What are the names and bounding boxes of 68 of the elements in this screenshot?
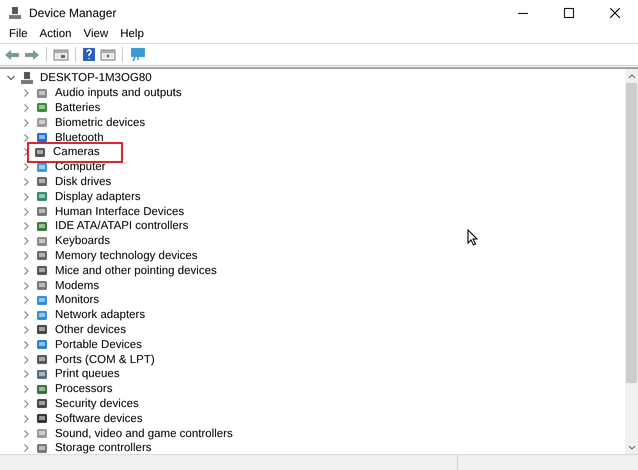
tree-item[interactable]: Modems (54, 280, 100, 292)
device-icon (35, 101, 49, 114)
tree-item[interactable]: Network adapters (54, 309, 146, 322)
tree-item[interactable]: Batteries (54, 102, 102, 114)
tree-item[interactable]: IDE ATA/ATAPI controllers (54, 220, 190, 232)
device-icon (35, 323, 49, 336)
device-icon (35, 264, 49, 278)
device-icon (35, 353, 49, 366)
tree-item[interactable]: Disk drives (54, 176, 112, 188)
device-icon (35, 338, 49, 352)
device-icon (35, 175, 49, 188)
tree-item[interactable]: Storage controllers (54, 442, 153, 454)
tree-item[interactable]: Other devices (54, 324, 127, 336)
computer-icon (20, 72, 34, 85)
device-icon (35, 220, 49, 233)
device-icon (35, 86, 49, 100)
device-icon (35, 190, 49, 204)
tree-item[interactable]: Print queues (54, 368, 121, 380)
device-icon (35, 397, 49, 410)
tree-item[interactable]: Display adapters (54, 190, 142, 203)
device-icon (35, 294, 49, 307)
tree-item[interactable]: Sound, video and game controllers (54, 428, 234, 440)
cursor-icon (467, 229, 478, 246)
device-icon (35, 279, 49, 292)
update-driver-icon[interactable] (100, 48, 116, 62)
tree-item[interactable]: Biometric devices (54, 116, 146, 129)
monitor-icon[interactable] (129, 47, 147, 62)
device-icon (35, 368, 49, 381)
computer-icon (8, 6, 22, 20)
device-icon (35, 412, 49, 426)
tree-item[interactable]: Bluetooth (54, 132, 105, 144)
tree-item[interactable]: Keyboards (54, 235, 111, 248)
device-icon (35, 442, 49, 455)
device-icon (35, 249, 49, 262)
tree-item[interactable]: Portable Devices (54, 338, 143, 351)
menu-item[interactable]: Help (114, 28, 150, 40)
device-icon (35, 205, 49, 218)
tree-item[interactable]: Software devices (54, 412, 144, 425)
device-icon (35, 427, 49, 440)
tree-item[interactable]: Cameras (52, 146, 101, 158)
tree-item[interactable]: Audio inputs and outputs (54, 87, 183, 100)
device-icon (35, 308, 49, 322)
properties-icon[interactable] (53, 48, 69, 62)
back-icon[interactable] (4, 48, 20, 62)
menu-item[interactable]: View (78, 28, 114, 40)
tree-item[interactable]: Human Interface Devices (54, 206, 186, 218)
tree-item[interactable]: Security devices (54, 398, 140, 410)
device-icon (35, 116, 49, 130)
device-icon (35, 234, 49, 248)
tree-item[interactable]: Ports (COM & LPT) (54, 354, 156, 366)
menu-item[interactable]: File (3, 28, 34, 40)
scrollbar[interactable] (625, 69, 638, 455)
help-icon[interactable] (82, 47, 96, 62)
scroll-thumb[interactable] (626, 83, 637, 383)
device-icon (35, 131, 49, 144)
tree-item[interactable]: Memory technology devices (54, 250, 199, 262)
tree-item[interactable]: Mice and other pointing devices (54, 264, 218, 277)
device-icon (35, 382, 49, 396)
close-icon (610, 8, 620, 18)
tree-item[interactable]: Computer (54, 161, 106, 174)
device-icon (33, 146, 47, 159)
tree-item[interactable]: Monitors (54, 294, 100, 306)
tree-item[interactable]: DESKTOP-1M3OG80 (39, 72, 153, 84)
window-title: Device Manager (29, 6, 116, 20)
maximize-icon (564, 8, 574, 18)
menu-item[interactable]: Action (34, 28, 78, 40)
tree-item[interactable]: Processors (54, 383, 114, 396)
forward-icon[interactable] (24, 48, 40, 62)
